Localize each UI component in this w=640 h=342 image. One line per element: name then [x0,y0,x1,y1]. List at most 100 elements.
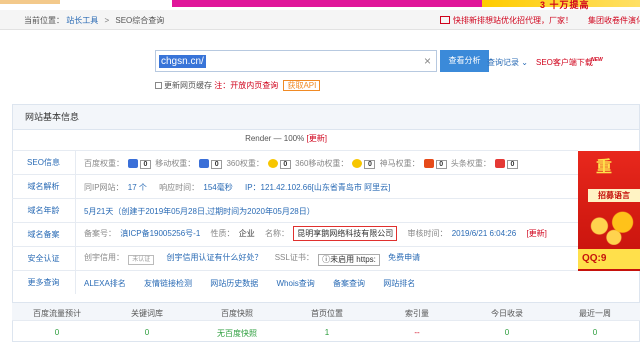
icp-number-label: 备案号： [84,229,116,238]
stats-header: 关键词库 [131,309,163,318]
whois-link[interactable]: Whois查询 [277,279,315,288]
stats-header: 最近一周 [579,309,611,318]
stats-header: 百度快照 [221,309,253,318]
s360m-weight-value[interactable]: 0 [364,160,376,169]
breadcrumb-separator: > [104,16,110,25]
baidu-weight-label: 百度权重： [84,159,124,168]
refresh-cache-label: 更新网页缓存 [164,81,212,90]
top-banner-strip[interactable]: 3 十万提高 [0,0,640,10]
query-history-link[interactable]: 查询记录 ⌄ [487,57,528,68]
security-row: 安全认证 创宇信用： 未认证 创宇信用认证有什么好处？ SSL证书： ⓘ未启用 … [12,246,578,270]
icp-update-link[interactable]: [更新] [526,229,546,238]
more-query-row: 更多查询 ALEXA排名 友情链接检测 网站历史数据 Whois查询 备案查询 … [12,270,578,294]
icp-query-link[interactable]: 备案查询 [333,279,365,288]
icp-label: 域名备案 [12,223,76,246]
promo-left-text: 快排新排想站优化招代理，厂家！ [453,16,573,25]
cache-option-row: 更新网页缓存 注：开放内页查询 获取API [155,80,321,91]
toutiao-weight-label: 头条权重： [450,159,491,168]
same-ip-label: 同IP网站： [84,183,124,192]
render-status: Render — 100% [更新] [12,133,560,144]
render-text: Render — 100% [245,134,305,143]
baidu-traffic-value[interactable]: 0 [12,328,102,337]
search-input-value: chgsn.cn/ [159,55,206,68]
s360-weight-label: 360权重： [226,159,264,168]
domain-age-content: 5月21天（创建于2019年05月28日,过期时间为2020年05月28日） [84,206,317,217]
ad-qq: QQ:9 [578,249,640,269]
mobile-weight-value[interactable]: 0 [211,160,223,169]
search-panel: chgsn.cn/ × 查看分析 查询记录 ⌄ SEO客户端下载 NEW 更新网… [12,38,640,98]
trust-benefit-link[interactable]: 创宇信用认证有什么好处？ [166,253,262,262]
toutiao-weight-value[interactable]: 0 [506,160,518,169]
trust-badge[interactable]: 未认证 [128,255,155,265]
icp-number-value[interactable]: 滇ICP备19005256号-1 [120,229,200,238]
analyze-button[interactable]: 查看分析 [440,50,489,72]
breadcrumb-item-current: SEO综合查询 [115,16,165,25]
site-history-link[interactable]: 网站历史数据 [210,279,258,288]
promo-link-left[interactable]: 快排新排想站优化招代理，厂家！ [440,15,573,26]
site-logo[interactable] [0,0,60,4]
domain-age-value[interactable]: 5月21天（创建于2019年05月28日,过期时间为2020年05月28日） [84,207,315,216]
refresh-cache-checkbox[interactable] [155,82,162,89]
security-label: 安全认证 [12,247,76,270]
breadcrumb-bar: 当前位置： 站长工具 > SEO综合查询 快排新排想站优化招代理，厂家！ 集团收… [0,10,640,30]
icp-name-value: 昆明享鹅网络科技有限公司 [293,226,398,241]
domain-parse-row: 域名解析 同IP网站： 17 个 响应时间： 154毫秒 IP：121.42.1… [12,174,578,198]
mobile-weight-label: 移动权重： [155,159,196,168]
stats-table: 百度流量预计 关键词库 百度快照 首页位置 索引量 今日收录 最近一周 0 0 … [12,302,640,342]
icp-row: 域名备案 备案号： 滇ICP备19005256号-1 性质： 企业 名称： 昆明… [12,222,578,246]
stats-header: 索引量 [405,309,429,318]
shenma-weight-label: 神马权重： [379,159,420,168]
friend-link-check-link[interactable]: 友情链接检测 [144,279,192,288]
ad-title: 重 [596,159,613,176]
ad-subtitle: 招募语言 [588,189,640,202]
icp-nature-value: 企业 [238,229,255,238]
new-badge: NEW [591,57,603,63]
clear-icon[interactable]: × [424,54,431,68]
seo-info-row: SEO信息 百度权重： 0 移动权重： 0 360权重： 0 360移动权重： 0 神马… [12,150,578,174]
response-time-label: 响应时间： [159,183,200,192]
get-api-button[interactable]: 获取API [283,80,321,91]
week-indexed-value[interactable]: 0 [550,328,640,337]
icp-nature-label: 性质： [210,229,235,238]
client-download-link[interactable]: SEO客户端下载 [536,57,593,68]
breadcrumb-item-tools[interactable]: 站长工具 [66,16,98,25]
response-time-value: 154毫秒 [203,183,233,192]
ssl-free-apply-link[interactable]: 免费申请 [388,253,420,262]
render-update-link[interactable]: [更新] [306,134,326,143]
trust-label: 创宇信用： [84,253,124,262]
homepage-position-value[interactable]: 1 [282,328,372,337]
stats-header: 今日收录 [491,309,523,318]
site-rank-link[interactable]: 网站排名 [383,279,415,288]
baidu-weight-value[interactable]: 0 [140,160,151,169]
ssl-status[interactable]: ⓘ未启用 https: [318,254,380,266]
top-ad-banner-right[interactable]: 3 十万提高 [482,0,640,10]
breadcrumb-prefix: 当前位置： [24,16,64,25]
search-input[interactable]: chgsn.cn/ × [155,50,437,72]
stats-value-row: 0 0 无百度快照 1 -- 0 0 [12,321,640,342]
today-indexed-value[interactable]: 0 [462,328,552,337]
same-ip-value[interactable]: 17 个 [128,183,147,192]
toutiao-icon [494,159,505,168]
shenma-weight-value[interactable]: 0 [435,160,447,169]
baidu-paw-icon [128,159,138,168]
chevron-down-icon: ⌄ [521,58,528,67]
horn-icon [440,16,450,24]
promo-link-right[interactable]: 集团收卷件演化 [588,15,640,26]
coins-image [582,207,640,245]
section-title: 网站基本信息 [13,105,639,130]
baidu-snapshot-value[interactable]: 无百度快照 [192,328,282,339]
ip-value[interactable]: IP：121.42.102.66[山东省青岛市 阿里云] [245,183,390,192]
icp-audit-value: 2019/6/21 6:04:26 [451,229,517,238]
breadcrumb: 当前位置： 站长工具 > SEO综合查询 [24,15,164,26]
top-ad-banner[interactable] [172,0,482,7]
keyword-count-value[interactable]: 0 [102,328,192,337]
stats-header: 首页位置 [311,309,343,318]
s360-weight-value[interactable]: 0 [279,160,291,169]
side-ad[interactable]: 重 招募语言 QQ:9 [578,151,640,271]
domain-parse-label: 域名解析 [12,175,76,198]
alexa-rank-link[interactable]: ALEXA排名 [84,279,126,288]
icp-audit-label: 审核时间： [407,229,448,238]
index-count-value[interactable]: -- [372,328,462,337]
ssl-label: SSL证书： [274,253,314,262]
more-query-links: ALEXA排名 友情链接检测 网站历史数据 Whois查询 备案查询 网站排名 [84,278,431,289]
